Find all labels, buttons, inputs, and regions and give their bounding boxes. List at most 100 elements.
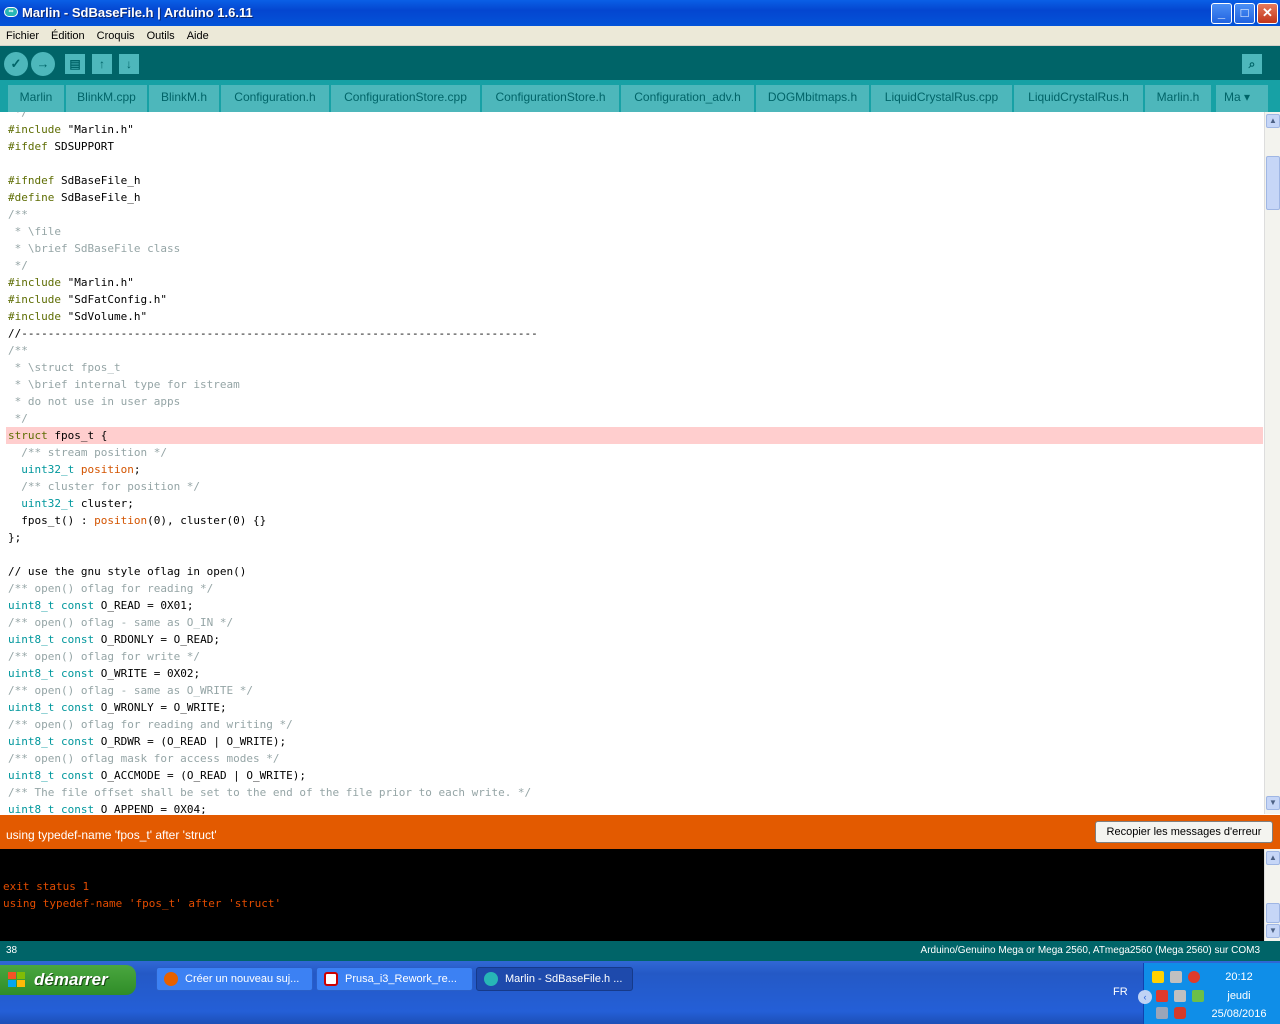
code-token: /** stream position */ <box>8 446 167 459</box>
code-token: SdBaseFile_h <box>54 174 141 187</box>
scroll-down-icon[interactable]: ▼ <box>1266 796 1280 810</box>
code-token: /** open() oflag for reading */ <box>8 582 214 595</box>
minimize-button[interactable]: _ <box>1211 3 1232 24</box>
code-token: #include <box>8 123 61 136</box>
code-token: SdBaseFile_h <box>54 191 141 204</box>
code-token: /** <box>8 208 28 221</box>
menu-help[interactable]: Aide <box>181 26 215 44</box>
code-token: cluster; <box>74 497 134 510</box>
code-line: /** open() oflag for reading and writing… <box>8 716 293 733</box>
title-bar[interactable]: ∞ Marlin - SdBaseFile.h | Arduino 1.6.11… <box>0 0 1280 26</box>
tray-expand-icon[interactable]: ‹ <box>1138 990 1152 1004</box>
code-token: fpos_t() : <box>8 514 95 527</box>
connection-icon[interactable] <box>1174 990 1186 1002</box>
taskbar-item-arduino[interactable]: Marlin - SdBaseFile.h ... <box>476 967 633 991</box>
code-token: uint32_t <box>21 497 75 510</box>
upload-button[interactable]: → <box>31 52 55 76</box>
code-token: const <box>60 633 95 646</box>
alert-shield-icon[interactable] <box>1174 1007 1186 1019</box>
scroll-up-icon[interactable]: ▲ <box>1266 851 1280 865</box>
tab-marlin-h[interactable]: Marlin.h <box>1145 85 1211 112</box>
code-line: * \brief internal type for istream <box>8 376 240 393</box>
check-icon: ✓ <box>10 56 22 71</box>
firefox-icon <box>164 972 178 986</box>
code-line: /** open() oflag - same as O_WRITE */ <box>8 682 253 699</box>
code-token: uint8_t <box>8 633 55 646</box>
menu-tools[interactable]: Outils <box>141 26 181 44</box>
antivirus-icon[interactable] <box>1188 971 1200 983</box>
tab-configuration-adv-h[interactable]: Configuration_adv.h <box>621 85 754 112</box>
code-token: * \brief internal type for istream <box>8 378 240 391</box>
volume-icon[interactable] <box>1170 971 1182 983</box>
taskbar-item-label: Prusa_i3_Rework_re... <box>345 973 457 985</box>
tab-configurationstore-h[interactable]: ConfigurationStore.h <box>482 85 619 112</box>
tab-marlin[interactable]: Marlin <box>8 85 64 112</box>
open-button[interactable]: ↑ <box>92 54 112 74</box>
editor-scroll-thumb[interactable] <box>1266 156 1280 210</box>
tab-liquidcrystalrus-cpp[interactable]: LiquidCrystalRus.cpp <box>871 85 1012 112</box>
menu-file[interactable]: Fichier <box>0 26 45 44</box>
code-line: * \struct fpos_t <box>8 359 121 376</box>
security-shield-icon[interactable] <box>1152 971 1164 983</box>
tab-dogmbitmaps-h[interactable]: DOGMbitmaps.h <box>756 85 869 112</box>
code-token: /** open() oflag mask for access modes *… <box>8 752 280 765</box>
copy-errors-button[interactable]: Recopier les messages d'erreur <box>1095 821 1273 843</box>
taskbar-item-pdf[interactable]: Prusa_i3_Rework_re... <box>316 967 473 991</box>
taskbar-item-label: Marlin - SdBaseFile.h ... <box>505 973 623 985</box>
code-token: O_APPEND = 0X04; <box>94 803 207 814</box>
printer-icon[interactable] <box>1156 1007 1168 1019</box>
maximize-button[interactable]: □ <box>1234 3 1255 24</box>
tab-overflow-menu[interactable]: Ma ▾ <box>1216 85 1268 112</box>
clock-date: 25/08/2016 <box>1211 1008 1267 1020</box>
usb-icon[interactable] <box>1192 990 1204 1002</box>
code-token: uint8_t <box>8 701 55 714</box>
tab-blinkm-h[interactable]: BlinkM.h <box>149 85 219 112</box>
code-line: uint32_t cluster; <box>8 495 134 512</box>
code-token: const <box>60 599 95 612</box>
magnifier-icon: ⌕ <box>1248 57 1256 71</box>
network-icon[interactable] <box>1156 990 1168 1002</box>
tab-configurationstore-cpp[interactable]: ConfigurationStore.cpp <box>331 85 480 112</box>
clock-time[interactable]: 20:12 <box>1209 971 1269 983</box>
code-line: */ <box>8 410 28 427</box>
code-token: #define <box>8 191 55 204</box>
code-token: ; <box>133 463 141 476</box>
serial-monitor-button[interactable]: ⌕ <box>1242 54 1262 74</box>
close-button[interactable]: ✕ <box>1257 3 1278 24</box>
taskbar-item-firefox[interactable]: Créer un nouveau suj... <box>156 967 313 991</box>
tab-liquidcrystalrus-h[interactable]: LiquidCrystalRus.h <box>1014 85 1143 112</box>
verify-button[interactable]: ✓ <box>4 52 28 76</box>
menu-sketch[interactable]: Croquis <box>91 26 141 44</box>
system-tray: ‹ 20:12 jeudi 25/08/2016 <box>1138 963 1280 1024</box>
tab-configuration-h[interactable]: Configuration.h <box>221 85 329 112</box>
tab-blinkm-cpp[interactable]: BlinkM.cpp <box>66 85 147 112</box>
code-token: //--------------------------------------… <box>8 327 538 340</box>
menu-edit[interactable]: Édition <box>45 26 91 44</box>
editor-scrollbar[interactable]: ▲ ▼ <box>1264 112 1280 814</box>
code-line: uint8_t const O_WRITE = 0X02; <box>8 665 200 682</box>
code-line: * \file <box>8 223 61 240</box>
code-token: uint8_t <box>8 735 55 748</box>
scroll-up-icon[interactable]: ▲ <box>1266 114 1280 128</box>
scroll-down-icon[interactable]: ▼ <box>1266 924 1280 938</box>
new-button[interactable]: ▤ <box>65 54 85 74</box>
pdf-icon <box>324 972 338 986</box>
status-bar: 38 Arduino/Genuino Mega or Mega 2560, AT… <box>0 941 1280 961</box>
language-indicator[interactable]: FR <box>1113 986 1128 998</box>
clock-day: jeudi <box>1227 990 1251 1002</box>
start-button[interactable]: démarrer <box>0 965 136 995</box>
console-scrollbar[interactable]: ▲ ▼ <box>1264 849 1280 941</box>
code-token: position <box>94 514 148 527</box>
code-line: /** stream position */ <box>8 444 167 461</box>
tab-bar: Marlin BlinkM.cpp BlinkM.h Configuration… <box>0 80 1280 112</box>
code-line: /** <box>8 342 28 359</box>
code-editor[interactable]: */#include "Marlin.h" #ifdef SDSUPPORT #if… <box>0 112 1264 814</box>
console-output[interactable]: exit status 1 using typedef-name 'fpos_t'… <box>0 849 1264 941</box>
save-button[interactable]: ↓ <box>119 54 139 74</box>
window-title: Marlin - SdBaseFile.h | Arduino 1.6.11 <box>22 5 253 20</box>
code-line: #include "Marlin.h" <box>8 274 134 291</box>
console-scroll-thumb[interactable] <box>1266 903 1280 923</box>
code-token: const <box>60 735 95 748</box>
